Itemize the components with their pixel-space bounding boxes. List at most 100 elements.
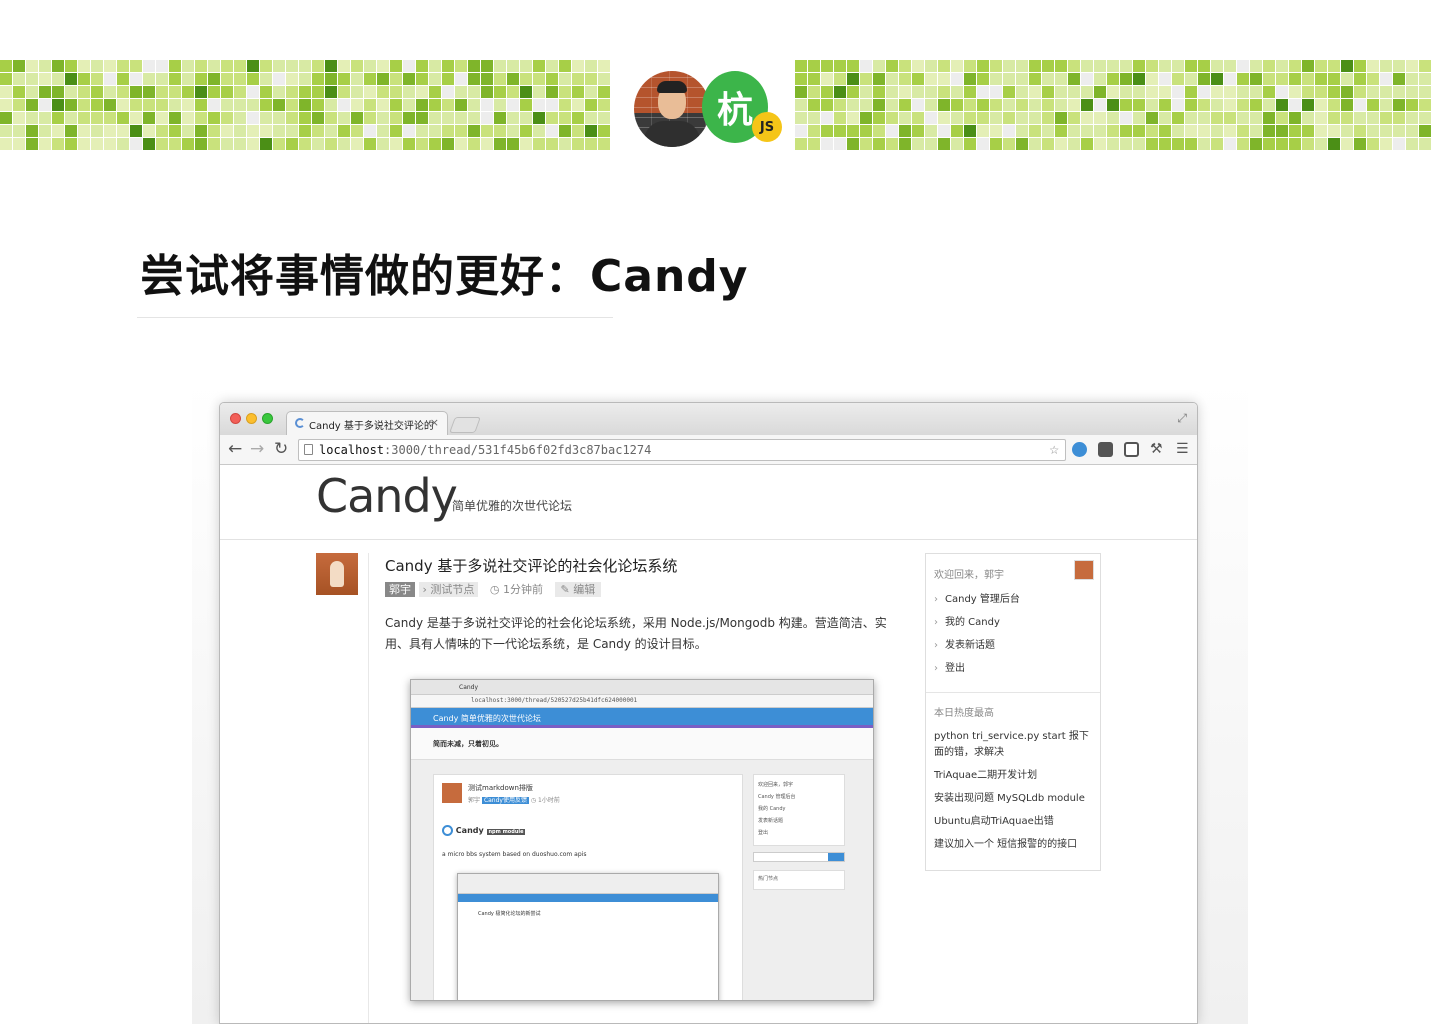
mosaic-tile — [559, 112, 571, 124]
mosaic-tile — [325, 99, 337, 111]
mosaic-tile — [1003, 125, 1015, 137]
mosaic-tile — [1393, 125, 1405, 137]
mosaic-tile — [429, 125, 441, 137]
mosaic-tile — [1211, 138, 1223, 150]
content-divider — [368, 553, 369, 1023]
mosaic-tile — [1328, 112, 1340, 124]
star-icon[interactable]: ☆ — [1049, 439, 1059, 459]
address-bar[interactable]: localhost:3000/thread/531f45b6f02fd3c87b… — [298, 439, 1066, 461]
mosaic-tile — [351, 99, 363, 111]
mosaic-tile — [351, 73, 363, 85]
mosaic-tile — [273, 138, 285, 150]
nested-site-header: Candy 简单优雅的次世代论坛 — [411, 708, 873, 728]
mosaic-tile — [1276, 138, 1288, 150]
mosaic-tile — [78, 60, 90, 72]
mosaic-tile — [1146, 125, 1158, 137]
browser-tab[interactable]: Candy 基于多说社交评论的 × — [286, 411, 448, 435]
mosaic-tile — [1107, 86, 1119, 98]
mosaic-tile — [1341, 73, 1353, 85]
mosaic-tile — [234, 73, 246, 85]
extension-icon[interactable] — [1072, 442, 1087, 457]
mosaic-tile — [1341, 125, 1353, 137]
mosaic-tile — [1055, 99, 1067, 111]
mosaic-tile — [1289, 99, 1301, 111]
minimize-window-icon[interactable] — [246, 413, 257, 424]
mosaic-tile — [1406, 60, 1418, 72]
mosaic-tile — [1146, 86, 1158, 98]
mosaic-tile — [990, 73, 1002, 85]
thread-body: Candy 是基于多说社交评论的社会化论坛系统，采用 Node.js/Mongo… — [385, 616, 887, 651]
mosaic-tile — [912, 138, 924, 150]
mosaic-tile — [1094, 99, 1106, 111]
mosaic-tile — [1419, 99, 1431, 111]
mosaic-tile — [1263, 125, 1275, 137]
mosaic-tile — [1224, 99, 1236, 111]
sidebar-item-new-topic[interactable]: 发表新话题 — [934, 634, 1020, 657]
mosaic-tile — [1406, 112, 1418, 124]
sidebar-avatar[interactable] — [1074, 560, 1094, 580]
wrench-icon[interactable]: ⚒ — [1150, 440, 1163, 458]
edit-button[interactable]: ✎ 编辑 — [554, 582, 602, 597]
hot-topic-link[interactable]: Ubuntu启动TriAquae出错 — [934, 814, 1094, 830]
mosaic-tile — [104, 73, 116, 85]
hot-topic-link[interactable]: 安装出现问题 MySQLdb module — [934, 791, 1094, 807]
sidebar-item-admin[interactable]: Candy 管理后台 — [934, 588, 1020, 611]
mosaic-tile — [1042, 86, 1054, 98]
nested-thread-title: 测试markdown排版 — [468, 784, 533, 792]
pocket-icon[interactable] — [1098, 442, 1113, 457]
site-header: Candy 简单优雅的次世代论坛 — [220, 465, 1197, 540]
mosaic-tile — [834, 112, 846, 124]
mosaic-tile — [1172, 138, 1184, 150]
mosaic-tile — [1185, 125, 1197, 137]
mosaic-tile — [52, 60, 64, 72]
mosaic-tile — [130, 138, 142, 150]
mosaic-tile — [1380, 73, 1392, 85]
mosaic-tile — [1094, 86, 1106, 98]
mosaic-tile — [13, 73, 25, 85]
mosaic-tile — [1159, 112, 1171, 124]
candy-logo[interactable]: Candy — [316, 469, 458, 523]
mosaic-tile — [221, 99, 233, 111]
mosaic-tile — [481, 112, 493, 124]
mosaic-tile — [533, 60, 545, 72]
mosaic-tile — [886, 138, 898, 150]
mosaic-tile — [1107, 73, 1119, 85]
mosaic-tile — [1016, 60, 1028, 72]
mosaic-tile — [273, 73, 285, 85]
mosaic-tile — [52, 86, 64, 98]
mosaic-tile — [364, 60, 376, 72]
tab-close-icon[interactable]: × — [430, 416, 439, 429]
mosaic-tile — [1172, 99, 1184, 111]
image-icon[interactable] — [1124, 442, 1139, 457]
close-window-icon[interactable] — [230, 413, 241, 424]
fullscreen-icon[interactable]: ⤢ — [1177, 411, 1187, 426]
mosaic-tile — [156, 125, 168, 137]
node-tag[interactable]: › 测试节点 — [418, 582, 479, 597]
mosaic-tile — [1016, 138, 1028, 150]
hot-topic-link[interactable]: 建议加入一个 短信报警的的接口 — [934, 837, 1094, 853]
new-tab-button[interactable] — [449, 417, 481, 433]
reload-icon[interactable]: ↻ — [274, 440, 288, 458]
mosaic-tile — [1250, 99, 1262, 111]
forward-arrow-icon[interactable]: → — [250, 440, 264, 458]
mosaic-tile — [1172, 73, 1184, 85]
mosaic-tile — [78, 86, 90, 98]
green-mosaic-left — [0, 60, 612, 156]
hot-topic-link[interactable]: python tri_service.py start 报下面的错，求解决 — [934, 729, 1094, 761]
mosaic-tile — [1380, 125, 1392, 137]
hot-topic-link[interactable]: TriAquae二期开发计划 — [934, 768, 1094, 784]
mosaic-tile — [990, 125, 1002, 137]
menu-icon[interactable]: ☰ — [1176, 440, 1189, 458]
sidebar-item-my-candy[interactable]: 我的 Candy — [934, 611, 1020, 634]
mosaic-tile — [247, 73, 259, 85]
mosaic-tile — [1406, 99, 1418, 111]
sidebar-item-logout[interactable]: 登出 — [934, 657, 1020, 680]
mosaic-tile — [442, 73, 454, 85]
author-tag[interactable]: 郭宇 — [385, 582, 415, 597]
mosaic-tile — [104, 112, 116, 124]
author-avatar[interactable] — [316, 553, 358, 595]
zoom-window-icon[interactable] — [262, 413, 273, 424]
back-arrow-icon[interactable]: ← — [228, 440, 242, 458]
mosaic-tile — [1133, 60, 1145, 72]
mosaic-tile — [377, 125, 389, 137]
